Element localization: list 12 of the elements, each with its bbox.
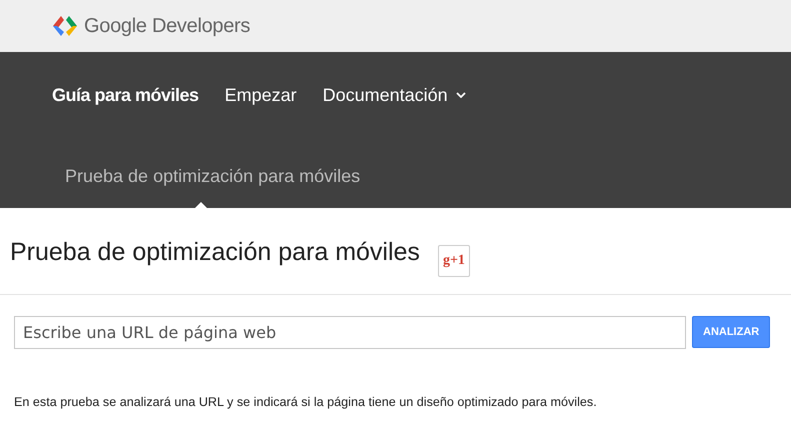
nav-link[interactable]: Empezar <box>224 84 297 106</box>
logo-text: Google Developers <box>84 14 250 38</box>
description-text: En esta prueba se analizará una URL y se indicará si la página tiene un diseño optimizado para móviles. <box>14 395 598 409</box>
nav-dropdown[interactable]: Documentación <box>322 84 466 106</box>
plus-one-button[interactable]: g+1 <box>438 245 470 277</box>
caret-icon <box>456 92 466 98</box>
breadcrumb-link[interactable]: Prueba de optimización para móviles <box>65 166 360 186</box>
page-title: Prueba de optimización para móviles <box>10 238 420 267</box>
nav-link[interactable]: Guía para móviles <box>52 84 199 106</box>
logo-icon <box>52 15 78 37</box>
pointer-icon <box>195 202 207 208</box>
url-input[interactable]: Escribe una URL de página web <box>14 316 686 349</box>
